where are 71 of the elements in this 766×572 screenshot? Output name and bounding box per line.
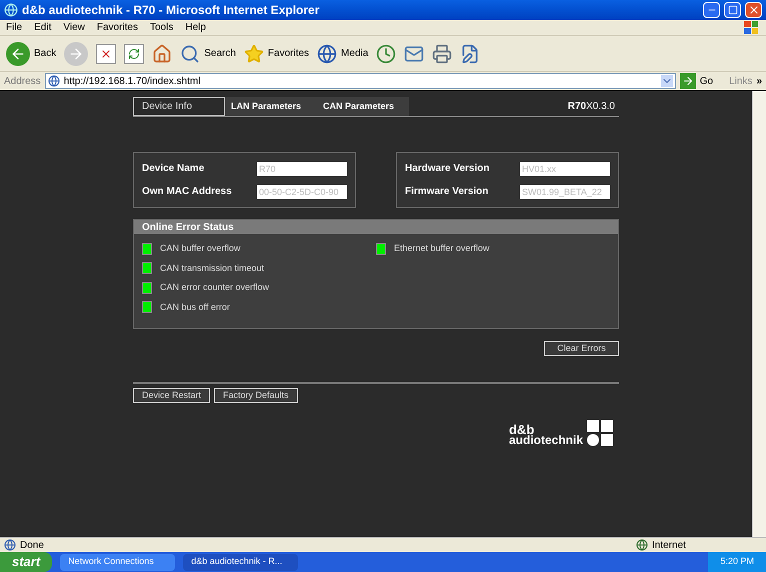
- address-field[interactable]: http://192.168.1.70/index.shtml: [44, 73, 676, 89]
- taskbar-button[interactable]: d&b audiotechnik - R...: [183, 554, 298, 570]
- mail-icon: [404, 44, 424, 64]
- browser-icon: [4, 3, 18, 17]
- error-label: CAN buffer overflow: [160, 242, 240, 255]
- minimize-button[interactable]: [703, 2, 720, 18]
- menu-item[interactable]: View: [63, 20, 85, 35]
- more-chevron[interactable]: »: [756, 74, 762, 88]
- tab[interactable]: LAN Parameters: [225, 97, 317, 116]
- restore-button[interactable]: [724, 2, 741, 18]
- restore-icon: [728, 5, 738, 15]
- version-text: R70X0.3.0: [568, 100, 616, 114]
- logo-text: audiotechnik: [508, 435, 583, 446]
- clock-text: 5:20 PM: [708, 552, 766, 572]
- taskbar-button[interactable]: Network Connections: [60, 554, 176, 570]
- globe-icon: [317, 44, 338, 64]
- close-icon: [96, 44, 116, 64]
- tab[interactable]: CAN Parameters: [317, 97, 409, 116]
- mail-button[interactable]: [404, 44, 424, 64]
- search-button[interactable]: Search: [180, 44, 236, 64]
- house-icon: [152, 44, 172, 64]
- favorites-button[interactable]: Favorites: [244, 44, 310, 64]
- start-button[interactable]: start: [0, 552, 52, 572]
- page-icon: [4, 539, 16, 551]
- dropdown-icon[interactable]: [660, 75, 673, 87]
- zone-text: Internet: [652, 538, 687, 552]
- action-button[interactable]: Factory Defaults: [214, 388, 298, 403]
- menu-item[interactable]: Help: [185, 20, 206, 35]
- field-label: Device Name: [142, 162, 204, 176]
- refresh-icon: [124, 44, 144, 64]
- error-label: Ethernet buffer overflow: [394, 242, 490, 255]
- print-button[interactable]: [432, 44, 452, 64]
- refresh-button[interactable]: [124, 44, 144, 64]
- menu-item[interactable]: Tools: [150, 20, 174, 35]
- scrollbar[interactable]: [752, 91, 766, 537]
- error-label: CAN bus off error: [160, 300, 230, 314]
- printer-icon: [432, 44, 452, 64]
- home-button[interactable]: [152, 44, 172, 64]
- clock-icon: [376, 44, 396, 64]
- url-text: http://192.168.1.70/index.shtml: [64, 74, 202, 88]
- history-button[interactable]: [376, 44, 396, 64]
- close-icon: [748, 4, 760, 16]
- menu-item[interactable]: File: [6, 20, 22, 35]
- go-button[interactable]: Go: [680, 73, 714, 89]
- star-icon: [244, 44, 264, 64]
- field-label: Own MAC Address: [142, 185, 232, 199]
- action-button[interactable]: Device Restart: [133, 388, 210, 403]
- edit-button[interactable]: [460, 44, 480, 64]
- address-label: Address: [4, 74, 41, 88]
- edit-icon: [460, 44, 480, 64]
- menu-item[interactable]: Edit: [34, 20, 52, 35]
- logo-squares-icon: [587, 420, 613, 446]
- globe-icon: [636, 539, 648, 551]
- media-button[interactable]: Media: [317, 44, 368, 64]
- field-label: Firmware Version: [405, 185, 488, 199]
- tab[interactable]: Device Info: [133, 97, 225, 116]
- search-icon: [180, 44, 200, 64]
- stop-button[interactable]: [96, 44, 116, 64]
- logo-text: d&b: [508, 424, 534, 435]
- close-button[interactable]: [745, 2, 762, 18]
- error-label: CAN transmission timeout: [160, 262, 264, 274]
- status-text: Done: [20, 538, 45, 552]
- menu-item[interactable]: Favorites: [96, 20, 138, 35]
- clear-errors-button[interactable]: Clear Errors: [544, 341, 619, 356]
- error-label: CAN error counter overflow: [160, 281, 270, 294]
- panel-header: Online Error Status: [134, 220, 618, 234]
- back-button[interactable]: Back: [6, 42, 56, 66]
- field-label: Hardware Version: [405, 162, 490, 176]
- window-title: d&b audiotechnik - R70 - Microsoft Internet Explorer: [22, 2, 320, 19]
- windows-logo-icon: [744, 21, 758, 34]
- page-icon: [48, 75, 60, 87]
